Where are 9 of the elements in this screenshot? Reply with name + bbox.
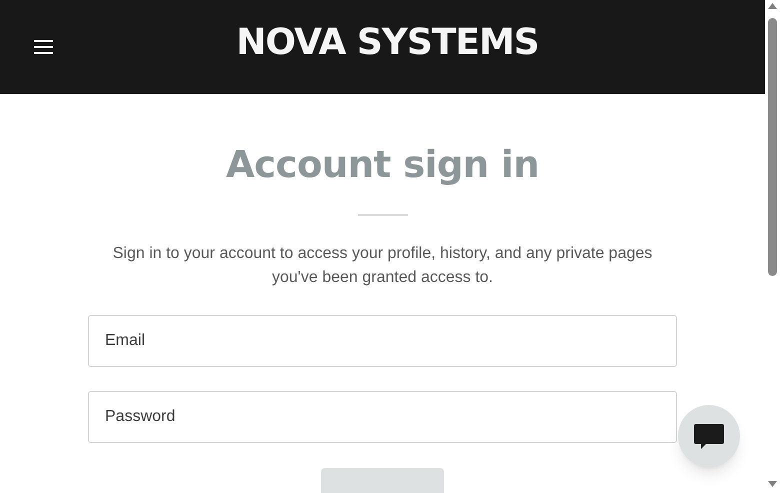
password-field[interactable]: Password (88, 391, 677, 443)
description-text: Sign in to your account to access your profile, history, and any private pages you've been granted access to. (112, 244, 654, 288)
page-heading: Account sign in (226, 146, 540, 183)
menu-icon[interactable] (34, 40, 53, 54)
email-field[interactable]: Email (88, 315, 677, 367)
chat-icon (694, 424, 724, 448)
scroll-up-icon[interactable] (768, 3, 777, 9)
brand-logo[interactable]: NOVA SYSTEMS (226, 25, 539, 61)
scroll-down-icon[interactable] (768, 481, 777, 487)
